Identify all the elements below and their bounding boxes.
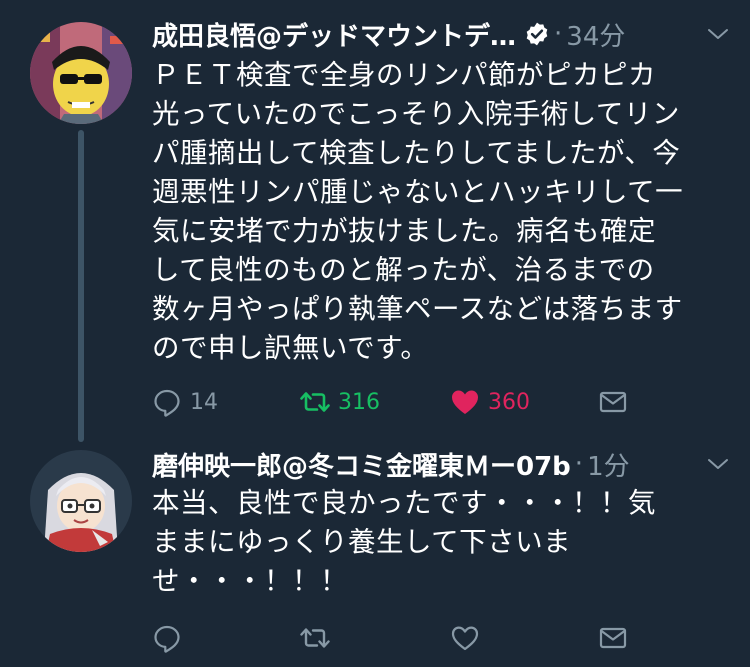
reply-icon bbox=[154, 625, 180, 653]
tweet-time[interactable]: 1分 bbox=[587, 446, 630, 483]
verified-badge-icon bbox=[526, 22, 548, 46]
author-name[interactable]: 成田良悟@デッドマウントデ… bbox=[152, 16, 516, 53]
tweet-time[interactable]: 34分 bbox=[566, 16, 625, 53]
tweet-header: 成田良悟@デッドマウントデ… · 34分 bbox=[152, 14, 730, 54]
reply-count: 14 bbox=[190, 389, 218, 415]
heart-icon bbox=[452, 390, 478, 414]
envelope-icon bbox=[599, 391, 627, 413]
retweet-count: 316 bbox=[338, 389, 380, 415]
retweet-icon bbox=[300, 628, 330, 648]
action-bar: 14 316 360 bbox=[152, 382, 652, 422]
action-bar bbox=[152, 618, 652, 658]
reply-button[interactable]: 14 bbox=[152, 382, 218, 422]
retweet-button[interactable]: 316 bbox=[300, 382, 380, 422]
like-button[interactable] bbox=[450, 618, 480, 658]
avatar-narita[interactable] bbox=[30, 22, 132, 124]
direct-message-button[interactable] bbox=[598, 618, 628, 658]
tweet-text: 本当、良性で良かったです・・・！！気 ままにゆっくり養生して下さいま せ・・・！… bbox=[152, 487, 656, 597]
reply-button[interactable] bbox=[152, 618, 182, 658]
author-name[interactable]: 磨伸映一郎@冬コミ金曜東Ｍー07b bbox=[152, 446, 571, 483]
separator-dot: · bbox=[574, 449, 584, 479]
chevron-down-icon[interactable] bbox=[706, 22, 730, 46]
like-button[interactable]: 360 bbox=[450, 382, 530, 422]
reply-icon bbox=[154, 389, 180, 417]
retweet-icon bbox=[300, 392, 330, 412]
chevron-down-icon[interactable] bbox=[706, 452, 730, 476]
envelope-icon bbox=[599, 627, 627, 649]
tweet-text: ＰＥＴ検査で全身のリンパ節がピカピカ 光っていたのでこっそり入院手術してリン パ… bbox=[152, 59, 684, 364]
thread-line bbox=[78, 130, 84, 442]
avatar-matoshin[interactable] bbox=[30, 450, 132, 552]
separator-dot: · bbox=[554, 19, 563, 49]
retweet-button[interactable] bbox=[300, 618, 330, 658]
heart-outline-icon bbox=[451, 626, 479, 651]
tweet-header: 磨伸映一郎@冬コミ金曜東Ｍー07b · 1分 bbox=[152, 444, 730, 484]
direct-message-button[interactable] bbox=[598, 382, 628, 422]
like-count: 360 bbox=[488, 389, 530, 415]
